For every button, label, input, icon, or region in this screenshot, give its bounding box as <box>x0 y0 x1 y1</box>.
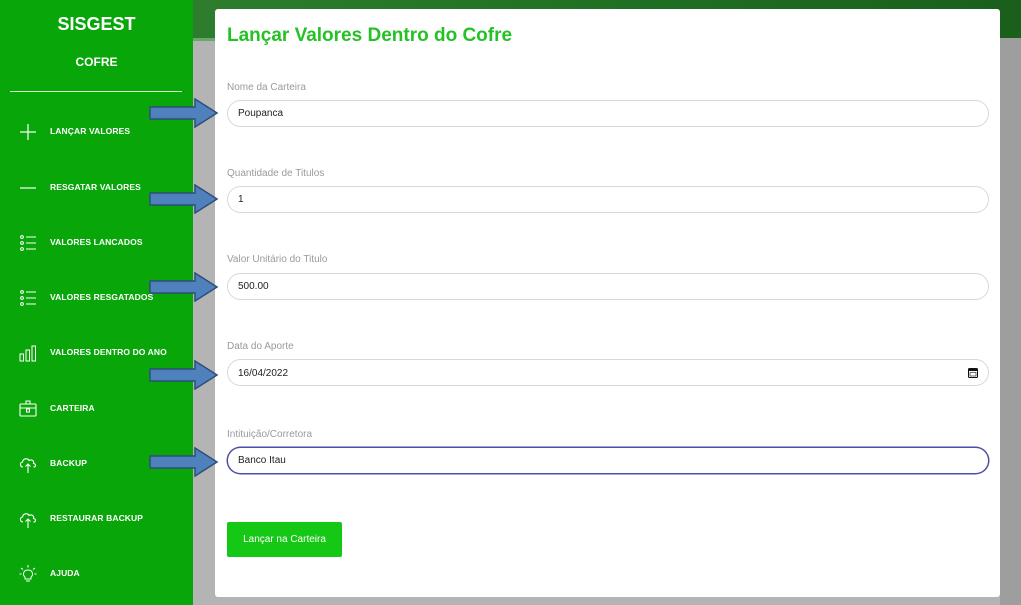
arrow-annotation <box>149 98 219 128</box>
wallet-icon <box>19 400 37 417</box>
sidebar-item-label: LANÇAR VALORES <box>50 126 131 136</box>
sidebar-item-label: RESTAURAR BACKUP <box>50 513 144 523</box>
list-icon <box>20 235 36 251</box>
page-title: Lançar Valores Dentro do Cofre <box>227 25 513 46</box>
sidebar-item-label: CARTEIRA <box>50 403 95 413</box>
calendar-icon[interactable] <box>968 367 978 378</box>
institution-input[interactable] <box>227 447 989 474</box>
quantity-label: Quantidade de Titulos <box>227 168 325 179</box>
sidebar-item-label: VALORES RESGATADOS <box>50 292 154 302</box>
institution-label: Intituição/Corretora <box>227 429 313 440</box>
arrow-annotation <box>149 184 219 214</box>
sidebar-item-label: RESGATAR VALORES <box>50 182 141 192</box>
bar-chart-icon <box>19 345 36 362</box>
sidebar-item-label: BACKUP <box>50 458 87 468</box>
right-gutter <box>1000 38 1021 605</box>
sidebar-item-label: AJUDA <box>50 568 80 578</box>
submit-button[interactable]: Lançar na Carteira <box>227 522 342 557</box>
wallet-name-input[interactable] <box>227 100 989 127</box>
plus-icon <box>20 124 36 140</box>
cloud-upload-icon <box>19 458 37 473</box>
arrow-annotation <box>149 360 219 390</box>
wallet-name-label: Nome da Carteira <box>227 82 306 93</box>
date-label: Data do Aporte <box>227 341 294 352</box>
unit-value-label: Valor Unitário do Titulo <box>227 254 328 265</box>
sidebar-item-carteira[interactable]: CARTEIRA <box>0 394 193 424</box>
quantity-input[interactable] <box>227 186 989 213</box>
sidebar-item-label: VALORES LANCADOS <box>50 237 143 247</box>
app-subtitle: COFRE <box>75 55 118 69</box>
lightbulb-icon <box>19 565 37 582</box>
list-icon <box>20 290 36 306</box>
arrow-annotation <box>149 272 219 302</box>
app-title: SISGEST <box>57 14 136 34</box>
sidebar-item-ajuda[interactable]: AJUDA <box>0 559 193 589</box>
form-card: Lançar Valores Dentro do Cofre Nome da C… <box>215 9 1000 597</box>
arrow-annotation <box>149 447 219 477</box>
sidebar-divider <box>10 91 182 92</box>
sidebar-item-valores-lancados[interactable]: VALORES LANCADOS <box>0 228 193 258</box>
cloud-upload-icon <box>19 513 37 528</box>
sidebar-item-restaurar-backup[interactable]: RESTAURAR BACKUP <box>0 504 193 534</box>
sidebar-item-label: VALORES DENTRO DO ANO <box>50 347 167 357</box>
minus-icon <box>20 187 36 189</box>
sidebar: SISGEST COFRE LANÇAR VALORES RESGATAR VA… <box>0 0 193 605</box>
date-value: 16/04/2022 <box>238 368 289 379</box>
date-input[interactable]: 16/04/2022 <box>227 359 989 386</box>
unit-value-input[interactable] <box>227 273 989 300</box>
